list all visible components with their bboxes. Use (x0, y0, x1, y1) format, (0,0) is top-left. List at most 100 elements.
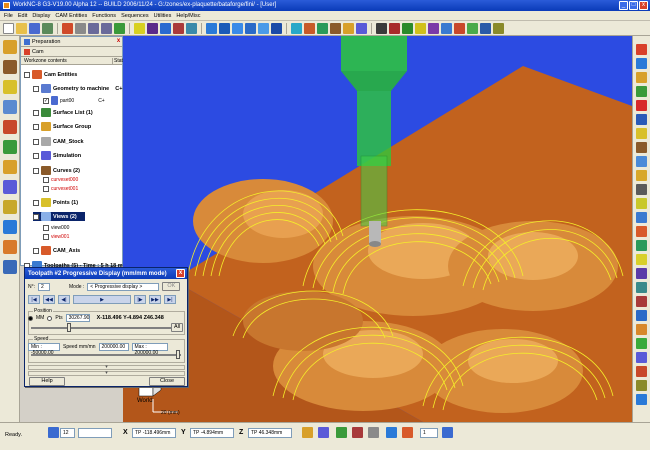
snap-icon[interactable] (302, 427, 313, 438)
page-next-icon[interactable] (442, 427, 453, 438)
view-icon[interactable] (636, 58, 647, 69)
select-icon[interactable] (636, 114, 647, 125)
minimize-button[interactable]: _ (619, 1, 628, 10)
view-front-icon[interactable] (219, 22, 230, 34)
tree-item-points[interactable]: Points (1) (33, 198, 78, 207)
surface-icon[interactable] (3, 80, 17, 94)
menu-edit[interactable]: Edit (18, 13, 27, 19)
dialog-title-bar[interactable]: Toolpath #2 Progressive Display (mm/mm m… (25, 268, 187, 279)
save-as-icon[interactable] (42, 22, 53, 34)
tree-checkbox[interactable] (33, 152, 39, 159)
print-icon[interactable] (114, 22, 125, 34)
view-side-icon[interactable] (232, 22, 243, 34)
light-icon[interactable] (343, 22, 354, 34)
measure-icon[interactable] (368, 427, 379, 438)
y-coordinate-field[interactable]: TP -4.894mm (190, 428, 234, 438)
undo-icon[interactable] (88, 22, 99, 34)
maximize-button[interactable]: □ (629, 1, 638, 10)
step-back-icon[interactable]: ◀| (58, 295, 70, 304)
dialog-close-icon[interactable]: x (176, 269, 185, 278)
drill-icon[interactable] (3, 120, 17, 134)
position-slider-track[interactable] (31, 327, 171, 329)
tree-item-curveset001[interactable]: curveset001 (43, 186, 78, 192)
last-icon[interactable]: ▶| (164, 295, 176, 304)
contour-icon[interactable] (3, 140, 17, 154)
stock-icon[interactable] (454, 22, 465, 34)
tree-checkbox[interactable] (43, 225, 49, 231)
help-button[interactable]: Help (29, 377, 65, 386)
speed-slider-thumb[interactable] (176, 350, 180, 359)
import-icon[interactable] (636, 338, 647, 349)
settings-icon[interactable] (493, 22, 504, 34)
layer-dropdown[interactable] (78, 428, 112, 438)
toolpath-number-field[interactable]: 2 (38, 282, 50, 291)
info-icon[interactable] (636, 268, 647, 279)
tree-item-cam-stock[interactable]: CAM_Stock (33, 137, 84, 146)
rewind-icon[interactable]: ◀◀ (43, 295, 55, 304)
speed-value-field[interactable]: 200000.00 (98, 343, 129, 351)
axis-icon[interactable] (636, 212, 647, 223)
pencil-cut-icon[interactable] (3, 240, 17, 254)
properties-icon[interactable] (636, 282, 647, 293)
play-icon[interactable]: ▶ (73, 295, 131, 304)
filter-icon[interactable] (636, 72, 647, 83)
tree-item-views[interactable]: Views (2) (33, 212, 85, 221)
view-bottom-icon[interactable] (271, 22, 282, 34)
speed-min-field[interactable]: Min : -50000.00 (28, 343, 60, 356)
speed-max-field[interactable]: Max : 200000.00 (131, 343, 168, 356)
grid-icon[interactable] (636, 156, 647, 167)
menu-help[interactable]: Help/Misc (176, 13, 200, 19)
stop-icon[interactable] (402, 427, 413, 438)
step-forward-icon[interactable]: |▶ (134, 295, 146, 304)
tree-checkbox[interactable] (43, 97, 49, 104)
fast-forward-icon[interactable]: ▶▶ (149, 295, 161, 304)
menu-functions[interactable]: Functions (92, 13, 116, 19)
roughing-icon[interactable] (3, 160, 17, 174)
expand-more-icon[interactable]: ▾ (28, 371, 185, 376)
first-icon[interactable]: |◀ (28, 295, 40, 304)
post-icon[interactable] (636, 366, 647, 377)
ruler-icon[interactable] (636, 184, 647, 195)
color-icon[interactable] (636, 142, 647, 153)
tree-checkbox[interactable] (33, 213, 39, 220)
menu-display[interactable]: Display (32, 13, 50, 19)
speed-slider-track[interactable] (31, 354, 181, 356)
tree-checkbox[interactable] (33, 247, 39, 254)
zoom-icon[interactable] (134, 22, 145, 34)
tree-checkbox[interactable] (33, 123, 39, 130)
ok-button[interactable]: OK (162, 282, 181, 291)
note-icon[interactable] (636, 198, 647, 209)
shade-icon[interactable] (291, 22, 302, 34)
cut-icon[interactable] (62, 22, 73, 34)
panel-close-icon[interactable]: x (115, 38, 122, 45)
tree-checkbox[interactable] (43, 234, 49, 240)
3d-viewport[interactable]: World 20 (mm) (123, 36, 632, 422)
ortho-icon[interactable] (336, 427, 347, 438)
menu-file[interactable]: File (4, 13, 13, 19)
origin-icon[interactable] (636, 226, 647, 237)
section-icon[interactable] (356, 22, 367, 34)
help-icon[interactable] (636, 394, 647, 405)
macro-icon[interactable] (636, 352, 647, 363)
calc-icon[interactable] (480, 22, 491, 34)
preparation-tab[interactable]: Preparation x (21, 37, 122, 47)
hide-icon[interactable] (636, 100, 647, 111)
rotate-icon[interactable] (147, 22, 158, 34)
finishing-icon[interactable] (3, 180, 17, 194)
view-iso-icon[interactable] (245, 22, 256, 34)
tree-checkbox[interactable] (33, 109, 39, 116)
show-icon[interactable] (636, 86, 647, 97)
tree-item-surface-group[interactable]: Surface Group (33, 122, 91, 131)
tree-item-curves[interactable]: Curves (2) (33, 166, 80, 175)
layer-select-icon[interactable] (48, 427, 59, 438)
alarm-icon[interactable] (636, 296, 647, 307)
tree-item-geometry[interactable]: Geometry to machine C+ (33, 84, 122, 93)
tree-checkbox[interactable] (33, 138, 39, 145)
tree-checkbox[interactable] (33, 85, 39, 92)
pts-radio[interactable] (47, 315, 53, 321)
tree-checkbox[interactable] (33, 167, 39, 174)
menu-sequences[interactable]: Sequences (121, 13, 149, 19)
cam-tab[interactable]: Cam (21, 47, 122, 57)
ucs-icon[interactable] (636, 254, 647, 265)
tree-checkbox[interactable] (24, 71, 30, 78)
